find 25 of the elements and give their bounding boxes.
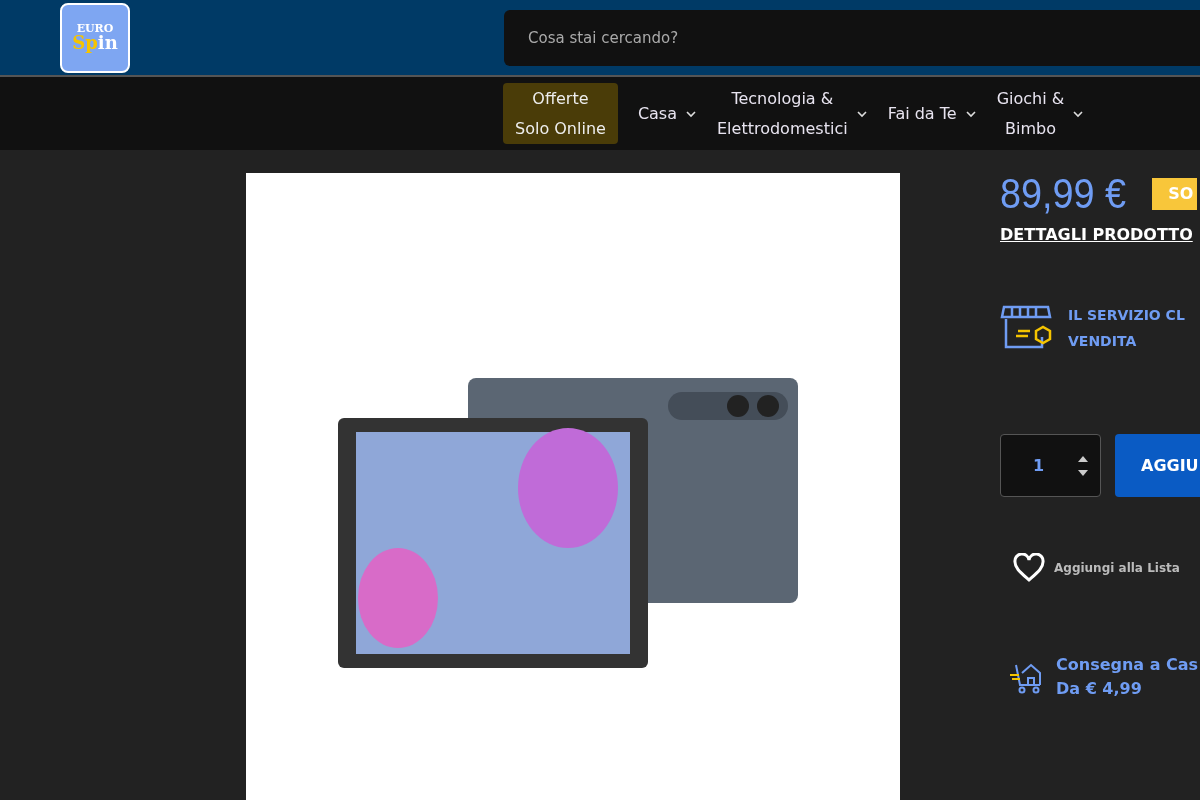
- quantity-stepper[interactable]: 1: [1000, 434, 1101, 497]
- nav-menu-item[interactable]: Fai da Te: [887, 98, 977, 129]
- nav-menu-item[interactable]: Tecnologia & Elettrodomestici: [717, 83, 868, 144]
- delivery-title: Consegna a Cas: [1056, 654, 1199, 676]
- product-details-link[interactable]: DETTAGLI PRODOTTO: [1000, 223, 1200, 247]
- chevron-down-icon: [964, 109, 977, 118]
- add-to-wishlist-link[interactable]: Aggiungi alla Lista: [1054, 559, 1180, 577]
- nav-menu-item[interactable]: Giochi & Bimbo: [996, 83, 1085, 144]
- service-text: IL SERVIZIO CL VENDITA: [1068, 306, 1186, 351]
- nav-menu-item[interactable]: Offerte Solo Online: [503, 83, 618, 144]
- chevron-down-icon: [855, 109, 868, 118]
- add-to-cart-button[interactable]: AGGIU: [1115, 434, 1200, 497]
- chevron-down-icon: [1072, 109, 1085, 118]
- chevron-down-icon: [685, 109, 697, 118]
- promo-badge: SO: [1152, 178, 1198, 210]
- down-arrow-icon[interactable]: [1078, 469, 1088, 476]
- price: 89,99 €: [1000, 173, 1127, 215]
- nav-menu-item[interactable]: Casa: [637, 98, 697, 129]
- logo-text: Spin: [72, 34, 118, 52]
- up-arrow-icon[interactable]: [1078, 455, 1088, 462]
- logo-text: EURO: [76, 23, 114, 34]
- search-field[interactable]: Cosa stai cercando?: [504, 9, 1200, 66]
- delivery-price: Da € 4,99: [1056, 678, 1143, 700]
- heart-icon[interactable]: [1012, 553, 1046, 583]
- quantity-value: 1: [1033, 454, 1045, 477]
